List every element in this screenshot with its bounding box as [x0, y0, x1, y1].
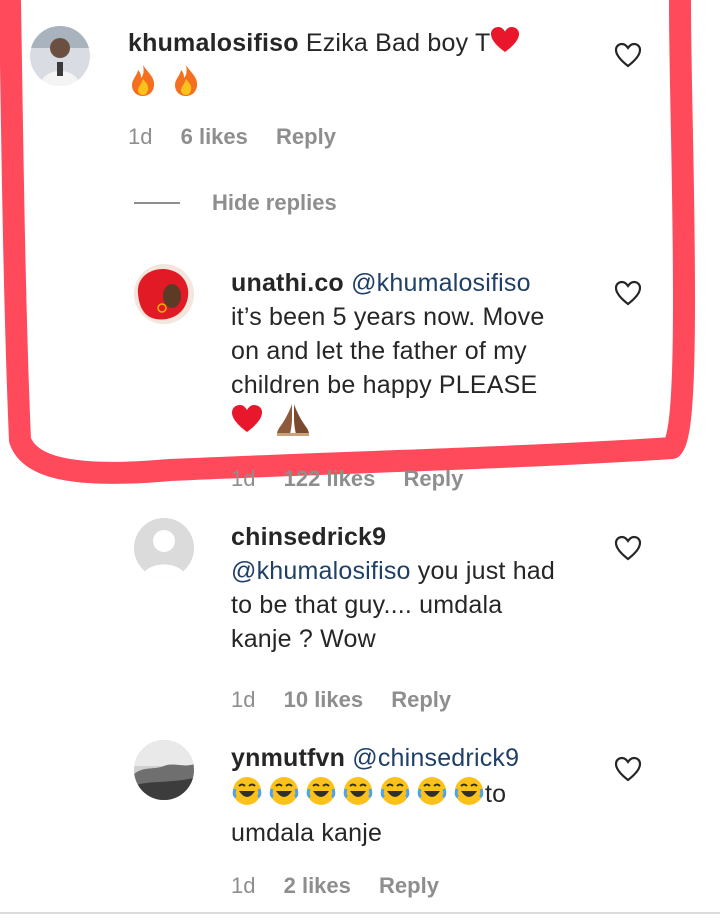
comment-body-line: to: [485, 780, 507, 809]
emoji-line: [128, 63, 201, 106]
like-heart-icon[interactable]: [614, 280, 642, 306]
avatar[interactable]: [134, 518, 194, 578]
folded-hands-emoji-icon: [276, 402, 310, 445]
avatar[interactable]: [30, 26, 90, 86]
comment-text: unathi.co @khumalosifiso it’s been 5 yea…: [231, 266, 611, 445]
joy-emoji-icon: [268, 775, 300, 816]
comment-body-line: you just had: [410, 557, 556, 585]
heart-emoji-icon: [490, 26, 520, 63]
username[interactable]: chinsedrick9: [231, 523, 386, 551]
comment-text: khumalosifiso Ezika Bad boy T: [128, 26, 568, 106]
comment-body: Ezika Bad boy T: [305, 29, 491, 58]
comment-body-line: children be happy PLEASE: [231, 371, 538, 399]
emoji-line: [231, 402, 310, 445]
joy-emoji-icon: [416, 775, 448, 816]
like-heart-icon[interactable]: [614, 535, 642, 561]
reply-button[interactable]: Reply: [379, 873, 439, 898]
comment-meta: 1d 122 likes Reply: [231, 466, 485, 492]
username[interactable]: khumalosifiso: [128, 29, 299, 57]
reply-button[interactable]: Reply: [276, 124, 336, 149]
comment-meta: 1d 6 likes Reply: [128, 124, 358, 150]
bottom-divider: [0, 912, 720, 914]
avatar[interactable]: [134, 740, 194, 800]
comment-body-line: it’s been 5 years now. Move: [231, 303, 545, 331]
red-heart-emoji-icon: [231, 404, 263, 443]
comment-meta: 1d 2 likes Reply: [231, 873, 461, 899]
timestamp: 1d: [128, 124, 153, 149]
likes-count[interactable]: 122 likes: [284, 466, 376, 491]
like-heart-icon[interactable]: [614, 756, 642, 782]
reply-button[interactable]: Reply: [391, 687, 451, 712]
mention-link[interactable]: @chinsedrick9: [352, 744, 519, 772]
likes-count[interactable]: 6 likes: [181, 124, 248, 149]
hide-replies-button[interactable]: Hide replies: [134, 190, 337, 216]
username[interactable]: ynmutfvn: [231, 744, 345, 772]
hide-replies-label: Hide replies: [212, 190, 337, 215]
comment-text: ynmutfvn @chinsedrick9 to umdala kanje: [231, 741, 621, 850]
like-heart-icon[interactable]: [614, 42, 642, 68]
mention-link[interactable]: @khumalosifiso: [351, 269, 531, 297]
divider-line: [134, 202, 180, 204]
comment-body-line: kanje ? Wow: [231, 625, 376, 653]
timestamp: 1d: [231, 873, 256, 898]
emoji-line: to: [231, 775, 506, 816]
username[interactable]: unathi.co: [231, 269, 344, 297]
comment-meta: 1d 10 likes Reply: [231, 687, 473, 713]
joy-emoji-icon: [342, 775, 374, 816]
joy-emoji-icon: [379, 775, 411, 816]
fire-emoji-icon: [128, 63, 158, 106]
likes-count[interactable]: 2 likes: [284, 873, 351, 898]
timestamp: 1d: [231, 687, 256, 712]
comment-body-line: umdala kanje: [231, 819, 383, 847]
joy-emoji-icon: [453, 775, 485, 816]
comment-text: chinsedrick9 @khumalosifiso you just had…: [231, 520, 611, 656]
likes-count[interactable]: 10 likes: [284, 687, 364, 712]
comment-body-line: on and let the father of my: [231, 337, 527, 365]
comment-body-line: to be that guy.... umdala: [231, 591, 503, 619]
fire-emoji-icon: [171, 63, 201, 106]
joy-emoji-icon: [231, 775, 263, 816]
timestamp: 1d: [231, 466, 256, 491]
reply-button[interactable]: Reply: [403, 466, 463, 491]
avatar[interactable]: [134, 264, 194, 324]
mention-link[interactable]: @khumalosifiso: [231, 557, 411, 585]
joy-emoji-icon: [305, 775, 337, 816]
